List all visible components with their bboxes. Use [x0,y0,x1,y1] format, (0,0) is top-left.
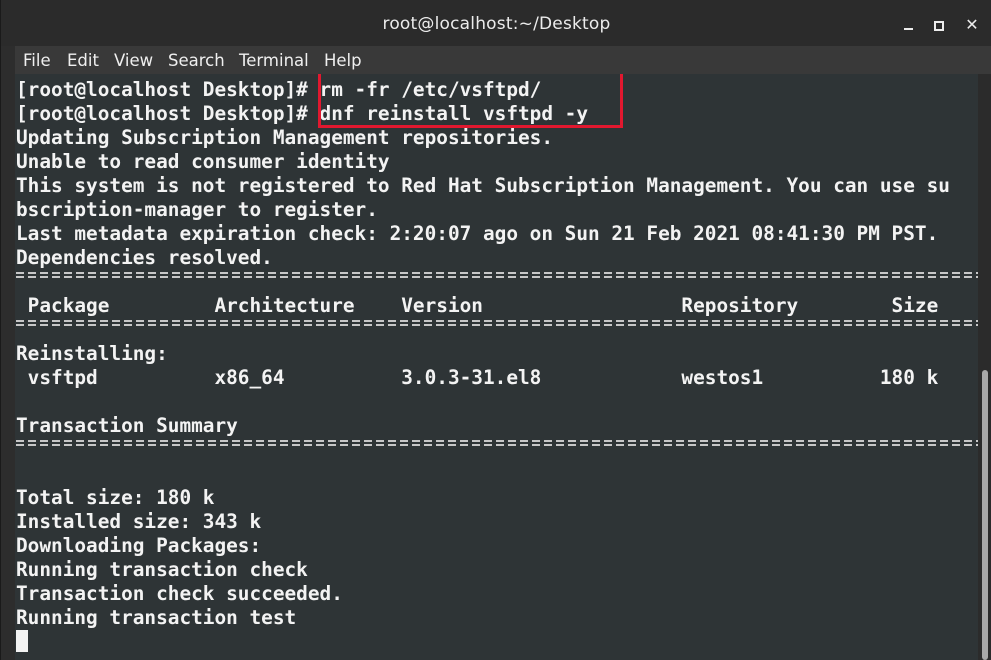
terminal-view[interactable]: [root@localhost Desktop]# rm -fr /etc/vs… [15,74,978,660]
terminal-line: Unable to read consumer identity [16,150,390,173]
terminal-line: This system is not registered to Red Hat… [16,174,950,197]
minimize-icon [904,28,913,30]
menu-file[interactable]: File [23,51,51,70]
separator-rule [16,319,978,327]
terminal-line: [root@localhost Desktop]# dnf reinstall … [16,102,589,125]
terminal-line: Running transaction check [16,558,308,581]
minimize-button[interactable] [898,14,920,36]
menu-edit[interactable]: Edit [67,51,99,70]
terminal-line: Reinstalling: [16,342,168,365]
terminal-line: Transaction Summary [16,414,238,437]
separator-rule [16,271,978,279]
terminal-line: Downloading Packages: [16,534,262,557]
terminal-line: Updating Subscription Management reposit… [16,126,554,149]
menu-view[interactable]: View [114,51,153,70]
terminal-line: Running transaction test [16,606,297,629]
terminal-line: Package Architecture Version Repository … [16,294,939,317]
terminal-line: Installed size: 343 k [16,510,262,533]
window-title: root@localhost:~/Desktop [382,14,611,34]
titlebar[interactable]: root@localhost:~/Desktop ✕ [1,0,991,46]
terminal-line: Last metadata expiration check: 2:20:07 … [16,222,939,245]
terminal-line: Transaction check succeeded. [16,582,343,605]
menubar: File Edit View Search Terminal Help [15,46,991,74]
menu-help[interactable]: Help [324,51,362,70]
maximize-icon [934,21,944,31]
text-cursor [16,630,28,652]
separator-rule [16,439,978,447]
menu-terminal[interactable]: Terminal [239,51,309,70]
close-button[interactable]: ✕ [961,14,983,36]
terminal-window: root@localhost:~/Desktop ✕ File Edit Vie… [0,0,991,660]
terminal-line: vsftpd x86_64 3.0.3-31.el8 westos1 180 k [16,366,939,389]
menu-search[interactable]: Search [168,51,225,70]
terminal-line: Dependencies resolved. [16,246,273,269]
terminal-line: [root@localhost Desktop]# rm -fr /etc/vs… [16,78,542,101]
terminal-scrollbar[interactable] [978,74,991,660]
terminal-line: Total size: 180 k [16,486,215,509]
terminal-line: bscription-manager to register. [16,198,378,221]
scrollbar-thumb[interactable] [982,370,988,660]
maximize-button[interactable] [927,14,949,36]
close-icon: ✕ [965,15,979,34]
